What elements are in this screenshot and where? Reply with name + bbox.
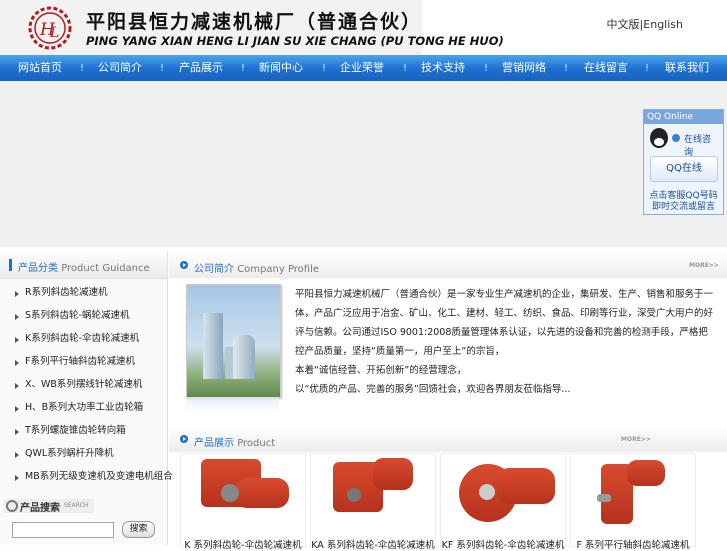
sidebar-header-bar-icon bbox=[9, 259, 12, 271]
shaft-image bbox=[221, 484, 239, 502]
search-input[interactable] bbox=[12, 522, 114, 538]
banner bbox=[0, 81, 727, 247]
main-nav: 网站首页 ! 公司简介 ! 产品展示 ! 新闻中心 ! 企业荣誉 ! 技术支持 … bbox=[0, 55, 727, 81]
nav-separator: ! bbox=[160, 63, 165, 74]
motor-image bbox=[235, 478, 289, 508]
profile-paragraph: 平阳县恒力减速机械厂（普通合伙）是一家专业生产减速机的企业，集研发、生产、销售和… bbox=[295, 289, 714, 357]
section-arrow-icon bbox=[180, 435, 188, 443]
profile-line-a: 本着“诚信经营、开拓创新”的经营理念， bbox=[295, 365, 467, 376]
nav-honors[interactable]: 企业荣誉 bbox=[332, 55, 392, 81]
product-sidebar: 产品分类 Product Guidance R系列斜齿轮减速机 S系列斜齿轮-蜗… bbox=[0, 251, 173, 545]
product-search-label: 产品搜索 SEARCH bbox=[4, 499, 94, 514]
shaft-image bbox=[347, 488, 361, 502]
product-title: 产品展示 Product bbox=[194, 434, 275, 449]
product-card-f[interactable]: F 系列平行轴斜齿轮减速机 bbox=[570, 453, 696, 551]
search-icon bbox=[6, 500, 18, 512]
profile-title-cn: 公司简介 bbox=[194, 264, 234, 275]
nav-separator: ! bbox=[645, 63, 650, 74]
qq-consult-button[interactable]: 在线咨询 bbox=[648, 128, 719, 158]
sidebar-item-mb-series[interactable]: MB系列无级变速机及变速电机组合 bbox=[12, 465, 173, 488]
header: H L 平阳县恒力减速机械厂（普通合伙） PING YANG XIAN HENG… bbox=[0, 0, 727, 55]
shaft-image bbox=[479, 484, 495, 500]
search-button[interactable]: 搜索 bbox=[122, 521, 155, 538]
building-tower-round bbox=[233, 335, 255, 379]
nav-contact[interactable]: 联系我们 bbox=[657, 55, 717, 81]
sidebar-title-cn: 产品分类 bbox=[18, 263, 58, 274]
qq-note: 点击客服QQ号码即时交流或留言 bbox=[649, 191, 718, 212]
product-title-en: Product bbox=[237, 438, 276, 449]
product-search-title-en: SEARCH bbox=[64, 502, 89, 509]
profile-line-b: 以“优质的产品、完善的服务”回馈社会，欢迎各界朋友莅临指导... bbox=[295, 384, 571, 395]
sidebar-header: 产品分类 Product Guidance bbox=[0, 251, 167, 279]
sidebar-list: R系列斜齿轮减速机 S系列斜齿轮-蜗轮减速机 K系列斜齿轮-伞齿轮减速机 F系列… bbox=[12, 281, 173, 488]
qq-widget-title: QQ Online bbox=[644, 110, 723, 124]
sidebar-item-h-b-series[interactable]: H、B系列大功率工业齿轮箱 bbox=[12, 396, 162, 419]
nav-home[interactable]: 网站首页 bbox=[10, 55, 70, 81]
sidebar-item-x-wb-series[interactable]: X、WB系列摆线针轮减速机 bbox=[12, 373, 162, 396]
motor-image bbox=[627, 460, 665, 486]
nav-network[interactable]: 营销网络 bbox=[494, 55, 554, 81]
nav-products[interactable]: 产品展示 bbox=[171, 55, 231, 81]
product-more-link[interactable]: MORE>> bbox=[621, 436, 651, 443]
nav-separator: ! bbox=[80, 63, 85, 74]
product-card-kf[interactable]: KF 系列斜齿轮-伞齿轮减速机 bbox=[440, 453, 566, 551]
nav-message[interactable]: 在线留言 bbox=[576, 55, 636, 81]
product-label[interactable]: F 系列平行轴斜齿轮减速机 bbox=[571, 537, 695, 551]
profile-title-en: Company Profile bbox=[237, 264, 320, 275]
motor-image bbox=[373, 458, 413, 490]
qq-arrow-icon bbox=[672, 134, 680, 142]
sidebar-item-t-series[interactable]: T系列螺旋锥齿轮转向箱 bbox=[12, 419, 162, 442]
profile-section-header: 公司简介 Company Profile MORE>> bbox=[169, 252, 727, 278]
sidebar-item-s-series[interactable]: S系列斜齿轮-蜗轮减速机 bbox=[12, 304, 162, 327]
qq-online-button[interactable]: QQ在线 bbox=[650, 156, 718, 182]
nav-news[interactable]: 新闻中心 bbox=[251, 55, 311, 81]
product-label[interactable]: K 系列斜齿轮-伞齿轮减速机 bbox=[181, 537, 305, 551]
profile-more-link[interactable]: MORE>> bbox=[689, 262, 719, 269]
qq-online-widget: QQ Online 在线咨询 QQ在线 点击客服QQ号码即时交流或留言 bbox=[643, 109, 724, 215]
nav-support[interactable]: 技术支持 bbox=[413, 55, 473, 81]
company-name-en: PING YANG XIAN HENG LI JIAN SU XIE CHANG… bbox=[86, 34, 504, 48]
language-switch: 中文版|English bbox=[607, 16, 683, 32]
profile-title: 公司简介 Company Profile bbox=[194, 260, 319, 275]
product-title-cn: 产品展示 bbox=[194, 438, 234, 449]
nav-separator: ! bbox=[484, 63, 489, 74]
nav-separator: ! bbox=[322, 63, 327, 74]
sidebar-title: 产品分类 Product Guidance bbox=[18, 259, 150, 274]
product-label[interactable]: KF 系列斜齿轮-伞齿轮减速机 bbox=[441, 537, 565, 551]
svg-text:L: L bbox=[49, 25, 59, 41]
company-building-image bbox=[186, 284, 281, 398]
nav-separator: ! bbox=[403, 63, 408, 74]
image-reflection bbox=[186, 397, 279, 413]
nav-about[interactable]: 公司简介 bbox=[90, 55, 150, 81]
product-section-header: 产品展示 Product MORE>> bbox=[169, 426, 727, 452]
company-name-cn: 平阳县恒力减速机械厂（普通合伙） bbox=[86, 11, 423, 33]
shaft-image bbox=[597, 494, 611, 502]
company-logo-icon: H L bbox=[28, 6, 72, 50]
nav-separator: ! bbox=[564, 63, 569, 74]
qq-penguin-icon bbox=[650, 128, 668, 148]
sidebar-item-f-series[interactable]: F系列平行轴斜齿轮减速机 bbox=[12, 350, 162, 373]
building-tower bbox=[203, 313, 223, 379]
motor-image bbox=[497, 468, 555, 504]
product-card-ka[interactable]: KA 系列斜齿轮-伞齿轮减速机 bbox=[310, 453, 436, 551]
lang-english-link[interactable]: English bbox=[643, 18, 683, 31]
product-card-k[interactable]: K 系列斜齿轮-伞齿轮减速机 bbox=[180, 453, 306, 551]
product-search-title: 产品搜索 bbox=[20, 503, 60, 514]
sidebar-item-r-series[interactable]: R系列斜齿轮减速机 bbox=[12, 281, 162, 304]
product-label[interactable]: KA 系列斜齿轮-伞齿轮减速机 bbox=[311, 537, 435, 551]
qq-consult-label: 在线咨询 bbox=[684, 135, 712, 158]
logo-area: H L 平阳县恒力减速机械厂（普通合伙） PING YANG XIAN HENG… bbox=[0, 0, 504, 55]
lang-chinese-link[interactable]: 中文版 bbox=[607, 18, 640, 31]
section-arrow-icon bbox=[180, 261, 188, 269]
nav-separator: ! bbox=[241, 63, 246, 74]
sidebar-item-qwl-series[interactable]: QWL系列蜗杆升降机 bbox=[12, 442, 162, 465]
sidebar-item-k-series[interactable]: K系列斜齿轮-伞齿轮减速机 bbox=[12, 327, 162, 350]
sidebar-title-en: Product Guidance bbox=[61, 263, 150, 274]
company-profile-text: 平阳县恒力减速机械厂（普通合伙）是一家专业生产减速机的企业，集研发、生产、销售和… bbox=[295, 285, 715, 399]
